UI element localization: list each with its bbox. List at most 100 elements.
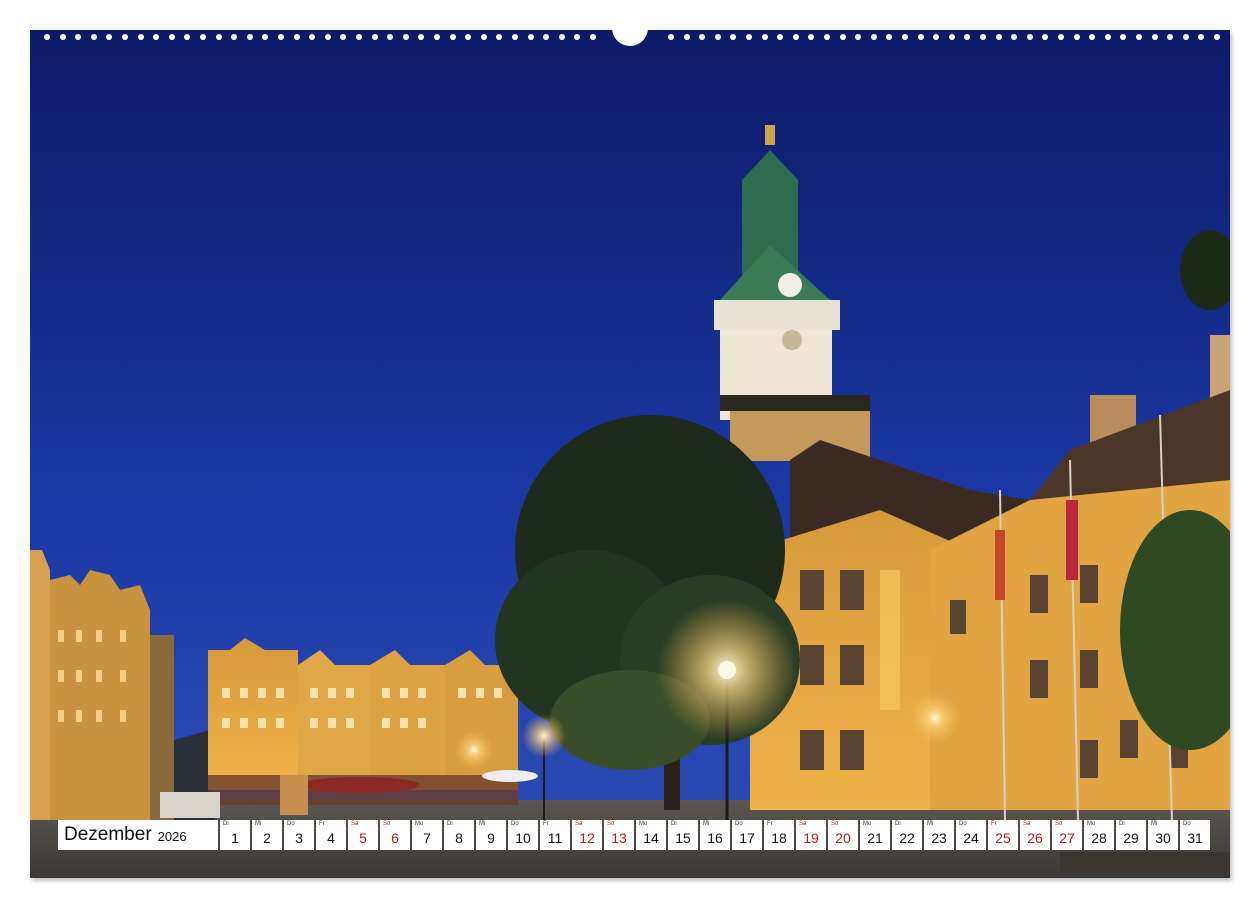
binding-hole: [980, 34, 986, 40]
weekday-label: So: [607, 821, 615, 827]
day-cell: Sa 26: [1020, 820, 1050, 850]
day-number: 25: [995, 830, 1011, 846]
day-cell: Sa 19: [796, 820, 826, 850]
day-cell: Fr 11: [540, 820, 570, 850]
binding-hole: [262, 34, 269, 40]
day-cell: Do 3: [284, 820, 314, 850]
binding-hole: [184, 34, 191, 40]
binding-hole: [293, 34, 300, 40]
day-cell: Di 22: [892, 820, 922, 850]
day-number: 8: [455, 830, 463, 846]
weekday-label: Di: [1119, 821, 1125, 827]
binding-hole: [246, 34, 253, 40]
day-cell: Do 31: [1180, 820, 1210, 850]
weekday-label: Sa: [1023, 821, 1031, 827]
weekday-label: Mi: [255, 821, 262, 827]
binding-hole: [777, 34, 784, 40]
weekday-label: Do: [735, 821, 743, 827]
binding-hole: [746, 34, 752, 40]
weekday-label: Sa: [799, 821, 807, 827]
day-number: 22: [899, 830, 915, 846]
day-number: 27: [1059, 830, 1075, 846]
day-cell: Mi 2: [252, 820, 282, 850]
weekday-label: So: [383, 821, 391, 827]
day-number: 7: [423, 830, 431, 846]
day-cell: Fr 4: [316, 820, 346, 850]
day-cell: Di 15: [668, 820, 698, 850]
weekday-label: Mo: [1087, 821, 1096, 827]
binding-hole: [512, 34, 518, 40]
year: 2026: [157, 829, 187, 844]
binding-hole: [465, 34, 472, 40]
day-number: 24: [963, 830, 979, 846]
binding-hole: [278, 34, 284, 40]
binding-hole: [699, 34, 706, 40]
binding-hole: [44, 34, 50, 40]
bench: [1060, 852, 1230, 872]
day-number: 23: [931, 830, 947, 846]
weekday-label: Do: [287, 821, 295, 827]
day-cell: Sa 12: [572, 820, 602, 850]
binding-hole: [168, 34, 175, 40]
day-cell: Mo 14: [636, 820, 666, 850]
weekday-label: Do: [511, 821, 519, 827]
binding-hole: [371, 34, 378, 40]
weekday-label: So: [1055, 821, 1063, 827]
binding-hole: [59, 34, 66, 40]
binding-hole: [434, 34, 440, 40]
day-cell: Di 1: [220, 820, 250, 850]
binding-hole: [106, 34, 113, 40]
day-cell: Di 8: [444, 820, 474, 850]
binding-hole: [1167, 34, 1174, 40]
binding-hole: [75, 34, 82, 40]
binding-hole: [792, 34, 799, 40]
binding-hole: [1136, 34, 1142, 40]
day-number: 15: [675, 830, 691, 846]
binding-hole: [356, 34, 362, 40]
binding-hole: [1089, 34, 1096, 40]
day-number: 5: [359, 830, 367, 846]
binding-hole: [824, 34, 830, 40]
binding-hole: [153, 34, 160, 40]
binding-hole: [1198, 34, 1205, 40]
day-cell: So 6: [380, 820, 410, 850]
binding-hole: [309, 34, 316, 40]
binding-hole: [917, 34, 924, 40]
day-cell: Mi 30: [1148, 820, 1178, 850]
day-number: 13: [611, 830, 627, 846]
weekday-label: Sa: [575, 821, 583, 827]
day-number: 17: [739, 830, 755, 846]
weekday-label: Mo: [415, 821, 424, 827]
binding-hole: [402, 34, 409, 40]
month-name: Dezember: [64, 824, 152, 845]
day-cell: Sa 5: [348, 820, 378, 850]
day-cell: Do 24: [956, 820, 986, 850]
binding-hole: [1120, 34, 1127, 40]
weekday-label: Do: [1183, 821, 1191, 827]
binding-hole: [1011, 34, 1018, 40]
weekday-label: Mi: [927, 821, 934, 827]
binding-hole: [90, 34, 97, 40]
day-number: 20: [835, 830, 851, 846]
day-number: 4: [327, 830, 335, 846]
binding-hole: [1026, 34, 1033, 40]
day-number: 26: [1027, 830, 1043, 846]
day-cell: Do 10: [508, 820, 538, 850]
binding-hole: [1214, 34, 1220, 40]
binding-hole: [137, 34, 144, 40]
month-title: Dezember 2026: [58, 820, 218, 850]
binding-hole: [418, 34, 425, 40]
day-cell: Do 17: [732, 820, 762, 850]
day-cell: Mo 21: [860, 820, 890, 850]
day-cell: Fr 25: [988, 820, 1018, 850]
day-cell: So 13: [604, 820, 634, 850]
spiral-binding: [30, 24, 1230, 46]
binding-hole: [902, 34, 908, 40]
binding-hole: [808, 34, 815, 40]
binding-hole: [995, 34, 1002, 40]
day-number: 19: [803, 830, 819, 846]
day-number: 28: [1091, 830, 1107, 846]
day-number: 14: [643, 830, 659, 846]
weekday-label: Mo: [863, 821, 872, 827]
binding-hole: [480, 34, 487, 40]
